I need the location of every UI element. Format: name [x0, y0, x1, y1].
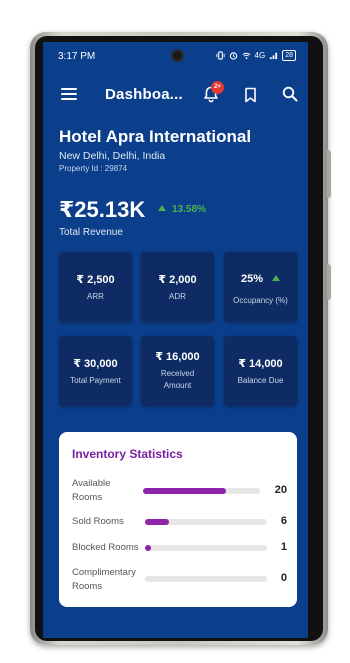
inventory-bar-track [145, 545, 267, 551]
metric-card-adr[interactable]: ₹ 2,000 ADR [141, 252, 214, 322]
metric-label: Balance Due [237, 376, 284, 385]
inventory-row-complimentary: Complimentary Rooms 0 [72, 565, 287, 595]
hotel-location: New Delhi, Delhi, India [59, 150, 166, 162]
metric-value: ₹ 16,000 [155, 351, 200, 363]
metric-label: Occupancy (%) [233, 296, 288, 305]
inventory-value: 6 [280, 515, 287, 527]
metric-value: 25% [240, 273, 264, 285]
status-bar: 3:17 PM 4G 28 [43, 42, 308, 70]
revenue-change-value: 13.58% [172, 204, 206, 215]
inventory-bar-fill [143, 488, 227, 494]
inventory-row-sold: Sold Rooms 6 [72, 514, 287, 532]
vibrate-icon [215, 51, 225, 60]
metric-value-wrap: 25% [224, 273, 297, 285]
metric-value: ₹ 2,000 [158, 274, 197, 286]
volume-button [327, 150, 331, 198]
inventory-value: 20 [274, 484, 287, 496]
metric-label: Total Payment [70, 376, 121, 385]
inventory-bar-track [145, 576, 267, 582]
inventory-value: 1 [280, 541, 287, 553]
app-screen: 3:17 PM 4G 28 Dashboa... 2+ Hotel Apra I… [43, 42, 308, 638]
metric-card-balance-due[interactable]: ₹ 14,000 Balance Due [224, 336, 297, 406]
inventory-label: Sold Rooms [72, 516, 124, 527]
front-camera [171, 49, 184, 62]
notification-badge: 2+ [211, 81, 224, 94]
page-title: Dashboa... [105, 86, 183, 103]
metric-value: ₹ 30,000 [73, 358, 118, 370]
power-button [327, 264, 331, 300]
metric-value: ₹ 2,500 [76, 274, 115, 286]
inventory-bar-track [145, 519, 267, 525]
property-id: Property Id : 29874 [59, 164, 128, 173]
menu-icon[interactable] [61, 88, 77, 100]
inventory-bar-fill [145, 519, 170, 525]
metric-value: ₹ 14,000 [238, 358, 283, 370]
metric-card-total-payment[interactable]: ₹ 30,000 Total Payment [59, 336, 132, 406]
inventory-label: Complimentary Rooms [72, 567, 136, 592]
status-time: 3:17 PM [58, 51, 96, 62]
trend-up-icon [272, 275, 281, 281]
alarm-icon [229, 52, 237, 60]
metric-card-occupancy[interactable]: 25% Occupancy (%) [224, 252, 297, 322]
inventory-statistics-card: Inventory Statistics Available Rooms 20 … [59, 432, 297, 607]
revenue-change: 13.58% [158, 204, 206, 215]
metric-label: ADR [169, 292, 186, 301]
inventory-title: Inventory Statistics [72, 447, 183, 461]
signal-icon [270, 52, 278, 60]
wifi-icon [242, 52, 250, 60]
metric-card-arr[interactable]: ₹ 2,500 ARR [59, 252, 132, 322]
inventory-label: Blocked Rooms [72, 542, 139, 553]
battery-icon: 28 [282, 50, 296, 61]
metric-label: Received Amount [160, 369, 195, 390]
hotel-name: Hotel Apra International [59, 127, 252, 146]
metric-card-received-amount[interactable]: ₹ 16,000 Received Amount [141, 336, 214, 406]
status-icons: 4G 28 [215, 50, 296, 61]
inventory-row-blocked: Blocked Rooms 1 [72, 540, 287, 558]
metric-label: ARR [87, 292, 104, 301]
total-revenue-value: ₹25.13K [59, 197, 146, 222]
app-bar: Dashboa... 2+ [43, 78, 308, 110]
total-revenue-label: Total Revenue [59, 227, 123, 238]
inventory-row-available: Available Rooms 20 [72, 476, 287, 506]
inventory-bar-track [143, 488, 260, 494]
search-icon[interactable] [282, 86, 298, 102]
inventory-bar-fill [145, 545, 152, 551]
network-type: 4G [254, 51, 266, 60]
inventory-label: Available Rooms [72, 478, 111, 503]
inventory-value: 0 [280, 572, 287, 584]
trend-up-icon [158, 205, 166, 211]
bookmark-icon[interactable] [244, 87, 257, 103]
